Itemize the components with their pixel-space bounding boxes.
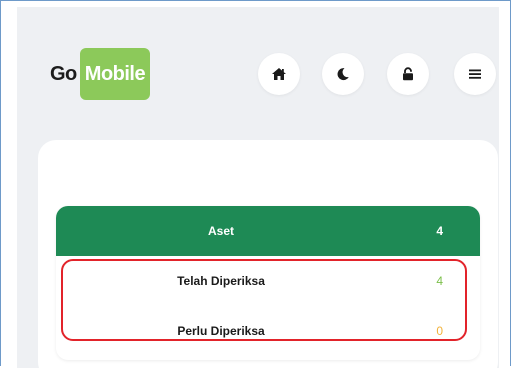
theme-toggle-button[interactable] <box>322 53 364 95</box>
asset-card: Aset 4 Telah Diperiksa 4 Perlu Diperiksa… <box>38 140 498 368</box>
menu-icon <box>469 68 481 80</box>
lock-button[interactable] <box>387 53 429 95</box>
row-checked[interactable]: Telah Diperiksa 4 <box>56 256 480 306</box>
screenshot-frame: Go Mobile Aset 4 Telah Diperiksa 4 Perlu… <box>0 0 511 368</box>
row-checked-label: Telah Diperiksa <box>177 274 265 288</box>
row-unchecked[interactable]: Perlu Diperiksa 0 <box>56 306 480 356</box>
row-unchecked-label: Perlu Diperiksa <box>177 324 265 338</box>
moon-icon <box>336 67 350 81</box>
summary-header-label: Aset <box>207 224 234 238</box>
asset-summary-table: Aset 4 Telah Diperiksa 4 Perlu Diperiksa… <box>56 206 480 360</box>
logo-mobile-text: Mobile <box>79 48 151 100</box>
app-screen: Go Mobile Aset 4 Telah Diperiksa 4 Perlu… <box>17 7 499 368</box>
row-unchecked-count: 0 <box>436 324 443 338</box>
card-placeholder <box>140 158 404 188</box>
lock-icon <box>402 67 414 81</box>
app-logo[interactable]: Go Mobile <box>50 48 151 100</box>
row-checked-count: 4 <box>436 274 443 288</box>
logo-go-text: Go <box>50 62 77 85</box>
summary-header-count: 4 <box>436 224 443 238</box>
menu-button[interactable] <box>454 53 496 95</box>
home-button[interactable] <box>258 53 300 95</box>
home-icon <box>271 67 287 81</box>
summary-header-row[interactable]: Aset 4 <box>56 206 480 256</box>
